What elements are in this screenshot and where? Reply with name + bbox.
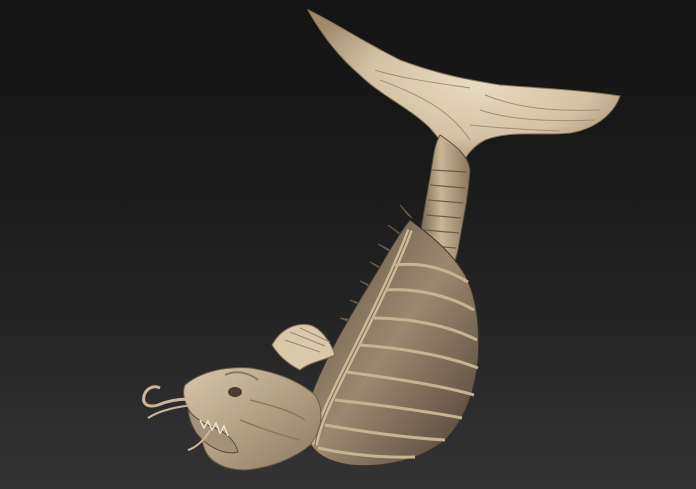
- tail-fin: [306, 8, 621, 170]
- sculpt-model[interactable]: [0, 0, 696, 489]
- head: [183, 367, 322, 471]
- sculpt-viewport[interactable]: [0, 0, 696, 489]
